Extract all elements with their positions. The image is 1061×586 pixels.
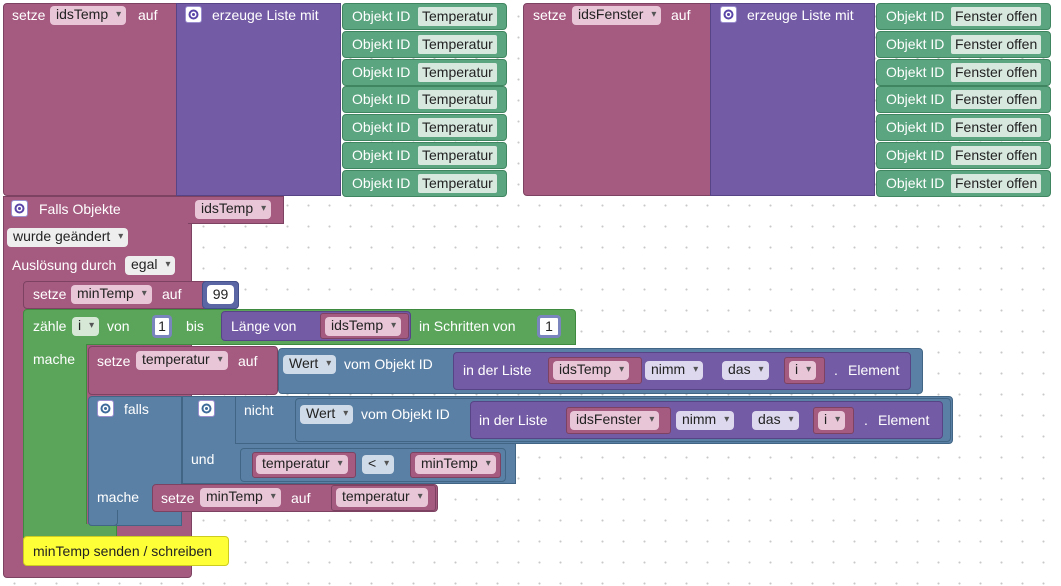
object-id-label: Objekt ID [352,119,411,136]
object-id-field[interactable]: Fenster offen [951,118,1042,138]
object-id-field[interactable]: Fenster offen [951,34,1042,54]
do-label: mache [97,489,140,505]
auf-label: auf [238,353,258,369]
object-id-field[interactable]: Temperatur [418,90,497,110]
send-label: minTemp senden / schreiben [33,543,212,559]
setze-label: setze [533,7,567,23]
gear-icon[interactable] [720,6,737,23]
object-id-label: Objekt ID [352,8,411,24]
the-dropdown[interactable]: das [752,411,799,430]
from-value-field[interactable]: 1 [152,315,172,338]
the-dropdown[interactable]: das [722,361,769,380]
object-id-field[interactable]: Fenster offen [951,90,1042,110]
from-object-label: vom Objekt ID [361,406,450,422]
compare-left-dropdown[interactable]: temperatur [256,455,348,474]
gear-icon[interactable] [97,400,114,417]
set-value-var-dropdown[interactable]: temperatur [336,488,428,507]
variable-dropdown-idsFenster[interactable]: idsFenster [572,6,662,25]
trigger-title: Falls Objekte [39,201,121,217]
object-id-field[interactable]: Temperatur [418,173,497,193]
step-value-field[interactable]: 1 [537,315,561,338]
variable-dropdown-idsTemp[interactable]: idsTemp [50,6,127,25]
trigger-changed-dropdown[interactable]: wurde geändert [7,228,129,247]
not-label: nicht [244,402,274,418]
set-idsTemp-block[interactable] [3,3,179,196]
dot-label: . [834,362,838,378]
object-id-label: Objekt ID [352,35,411,52]
object-id-label: Objekt ID [352,174,411,191]
object-id-field[interactable]: Temperatur [418,146,497,165]
element-label: Element [848,362,900,378]
take-dropdown[interactable]: nimm [676,411,735,430]
index-var-dropdown[interactable]: i [789,361,817,380]
value-dropdown[interactable]: Wert [283,355,337,374]
create-list-label: erzeuge Liste mit [747,7,854,23]
object-id-label: Objekt ID [886,119,945,136]
length-of-label: Länge von [231,318,297,334]
object-id-label: Objekt ID [886,63,945,80]
set-idsFenster-block[interactable] [523,3,713,196]
operator-dropdown[interactable]: < [362,455,395,474]
do-label: mache [33,351,76,367]
if-block-foot [88,510,118,526]
object-id-field[interactable]: Temperatur [418,7,497,26]
to-label: bis [186,318,204,334]
object-id-field[interactable]: Fenster offen [951,62,1042,82]
gear-icon[interactable] [11,200,28,217]
auf-label: auf [138,7,158,23]
triggered-by-dropdown[interactable]: egal [125,256,176,275]
in-list-label: in der Liste [463,362,532,378]
list-var-dropdown[interactable]: idsTemp [553,361,630,380]
loop-var-dropdown[interactable]: i [72,317,100,336]
count-loop-body [23,344,87,536]
length-var-dropdown[interactable]: idsTemp [325,317,402,336]
object-id-label: Objekt ID [886,174,945,191]
object-id-label: Objekt ID [886,35,945,52]
step-label: in Schritten von [419,318,516,334]
value-dropdown[interactable]: Wert [300,405,354,424]
gear-icon[interactable] [185,6,202,23]
object-id-field[interactable]: Temperatur [418,34,497,54]
auf-label: auf [671,7,691,23]
element-label: Element [878,412,930,428]
object-id-field[interactable]: Fenster offen [951,7,1042,26]
variable-dropdown-minTemp[interactable]: minTemp [200,488,281,507]
count-label: zähle [33,318,67,334]
setze-label: setze [12,7,46,23]
setze-label: setze [97,353,131,369]
variable-dropdown-minTemp[interactable]: minTemp [71,285,152,304]
object-id-field[interactable]: Fenster offen [951,146,1042,165]
from-object-label: vom Objekt ID [344,356,433,372]
auf-label: auf [162,286,182,302]
dot-label: . [864,412,868,428]
compare-right-dropdown[interactable]: minTemp [415,455,496,474]
min-value-field[interactable]: 99 [207,285,234,304]
setze-label: setze [33,286,67,302]
trigger-objects-dropdown[interactable]: idsTemp [195,200,272,219]
variable-dropdown-temperatur[interactable]: temperatur [136,351,228,370]
object-id-field[interactable]: Temperatur [418,62,497,82]
object-id-label: Objekt ID [886,147,945,163]
object-id-label: Objekt ID [352,63,411,80]
object-id-field[interactable]: Fenster offen [951,173,1042,193]
object-id-label: Objekt ID [886,8,945,24]
list-var-dropdown[interactable]: idsFenster [570,411,660,430]
triggered-by-label: Auslösung durch [12,257,117,273]
gear-icon[interactable] [198,400,215,417]
setze-label: setze [161,490,195,506]
object-id-label: Objekt ID [352,147,411,163]
take-dropdown[interactable]: nimm [645,361,704,380]
auf-label: auf [291,490,311,506]
create-list-block[interactable] [176,3,341,196]
create-list-block[interactable] [710,3,875,196]
create-list-label: erzeuge Liste mit [212,7,319,23]
object-id-label: Objekt ID [352,91,411,108]
object-id-label: Objekt ID [886,91,945,108]
index-var-dropdown[interactable]: i [818,411,846,430]
and-label: und [191,451,215,467]
if-label: falls [124,401,149,417]
in-list-label: in der Liste [479,412,548,428]
object-id-field[interactable]: Temperatur [418,118,497,138]
from-label: von [107,318,130,334]
